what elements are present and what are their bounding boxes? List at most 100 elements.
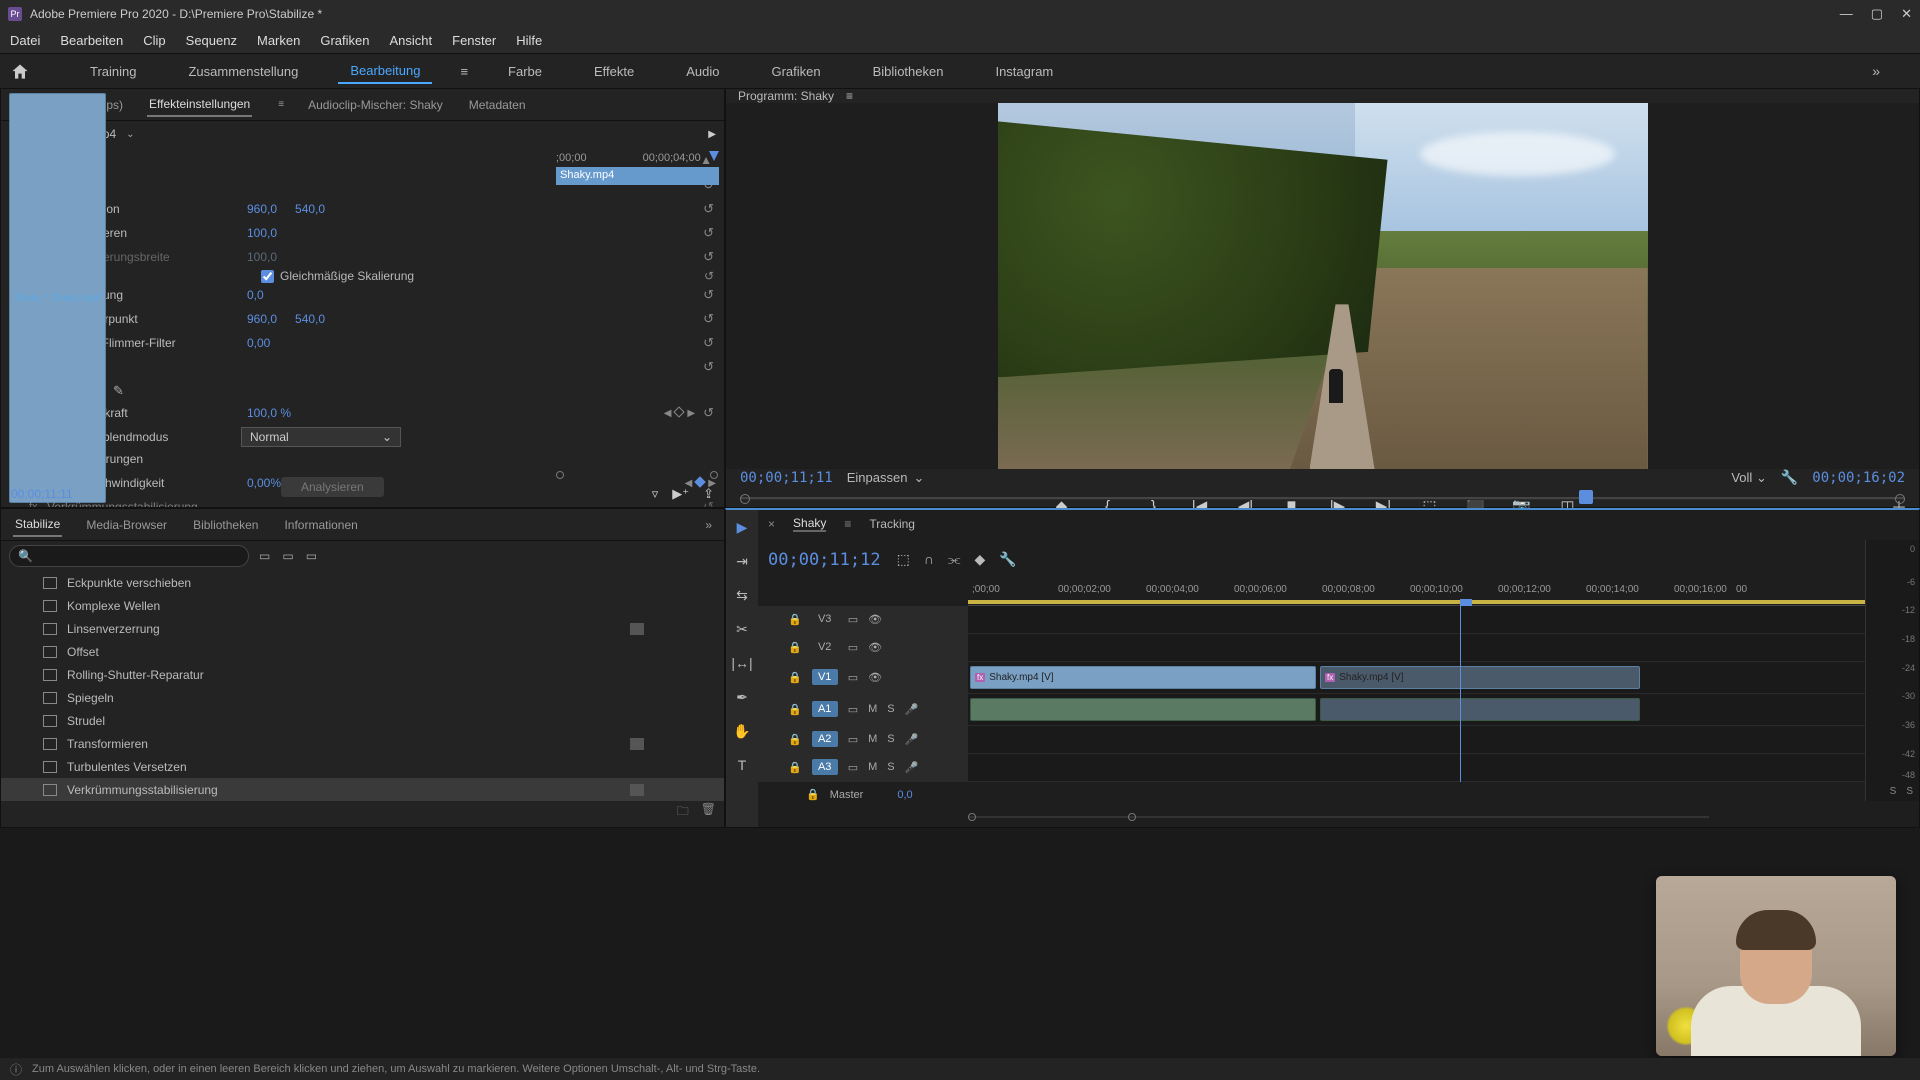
visibility-icon[interactable]: 👁 <box>868 613 882 626</box>
program-zoom-dropdown[interactable]: Einpassen ⌄ <box>847 470 925 486</box>
mute-toggle[interactable]: M <box>868 733 877 745</box>
visibility-icon[interactable]: 👁 <box>868 641 882 654</box>
reset-uniform[interactable]: ↺ <box>704 269 714 283</box>
track-label-v3[interactable]: V3 <box>812 611 838 627</box>
kf-next-icon[interactable]: ▶ <box>687 408 695 419</box>
link-icon[interactable]: ⫘ <box>948 551 961 568</box>
visibility-icon[interactable]: 👁 <box>868 671 882 684</box>
voice-record-icon[interactable]: 🎤 <box>905 733 919 746</box>
solo-toggle[interactable]: S <box>887 733 894 745</box>
ec-play-only-icon[interactable]: ▶⁺ <box>672 486 689 502</box>
menu-bearbeiten[interactable]: Bearbeiten <box>60 33 123 48</box>
tab-bibliotheken[interactable]: Bibliotheken <box>191 514 260 536</box>
workspace-menu-icon[interactable]: ≡ <box>460 64 468 79</box>
mute-toggle[interactable]: M <box>868 761 877 773</box>
reset-deckkraft[interactable]: ↺ <box>703 405 714 421</box>
sync-lock-icon[interactable]: ▭ <box>848 703 858 716</box>
effect-chevron-icon[interactable]: ⌄ <box>126 129 134 140</box>
lock-icon[interactable]: 🔒 <box>788 641 802 654</box>
workspace-bearbeitung[interactable]: Bearbeitung <box>338 59 432 84</box>
reset-position[interactable]: ↺ <box>703 201 714 217</box>
pen-tool-icon[interactable]: ✒ <box>731 686 753 708</box>
selection-tool-icon[interactable]: ▶ <box>731 516 753 538</box>
snap-icon[interactable]: ⬚ <box>897 551 910 568</box>
workspace-audio[interactable]: Audio <box>674 60 731 83</box>
effect-item[interactable]: Strudel <box>1 709 724 732</box>
menu-datei[interactable]: Datei <box>10 33 40 48</box>
delete-icon[interactable]: 🗑 <box>701 802 716 823</box>
val-anker-x[interactable]: 960,0 <box>247 312 277 326</box>
effect-badge-2-icon[interactable]: ▭ <box>282 549 293 563</box>
hand-tool-icon[interactable]: ✋ <box>731 720 753 742</box>
program-resolution-dropdown[interactable]: Voll ⌄ <box>1731 470 1767 486</box>
zoom-handle-right[interactable] <box>1128 813 1136 821</box>
marker-tool-icon[interactable]: ◆ <box>975 551 986 568</box>
blendmode-dropdown[interactable]: Normal ⌄ <box>241 427 401 447</box>
settings-tool-icon[interactable]: 🔧 <box>999 551 1016 568</box>
effect-clip-bar[interactable]: Shaky.mp4 <box>556 167 719 185</box>
tab-stabilize[interactable]: Stabilize <box>13 513 62 537</box>
solo-toggle[interactable]: S <box>887 761 894 773</box>
menu-marken[interactable]: Marken <box>257 33 300 48</box>
effect-item[interactable]: Spiegeln <box>1 686 724 709</box>
meter-solo-l[interactable]: S <box>1890 786 1897 797</box>
slip-tool-icon[interactable]: |↔| <box>731 652 753 674</box>
effect-item[interactable]: Komplexe Wellen <box>1 594 724 617</box>
lock-icon[interactable]: 🔒 <box>788 703 802 716</box>
reset-deckkraft-group[interactable]: ↺ <box>703 359 714 375</box>
sync-lock-icon[interactable]: ▭ <box>848 733 858 746</box>
minimize-button[interactable]: — <box>1840 6 1853 22</box>
timeline-tc[interactable]: 00;00;11;12 <box>768 550 881 570</box>
workspace-farbe[interactable]: Farbe <box>496 60 554 83</box>
track-label-a2[interactable]: A2 <box>812 731 838 747</box>
clip-a1-b[interactable] <box>1320 698 1640 721</box>
menu-ansicht[interactable]: Ansicht <box>389 33 432 48</box>
track-label-v1[interactable]: V1 <box>812 669 838 685</box>
track-body-v1[interactable]: fxShaky.mp4 [V] fxShaky.mp4 [V] <box>968 662 1919 693</box>
program-current-tc[interactable]: 00;00;11;11 <box>740 470 833 486</box>
workspace-bibliotheken[interactable]: Bibliotheken <box>861 60 956 83</box>
track-body-a3[interactable] <box>968 754 1919 781</box>
effects-search-field[interactable]: 🔍 <box>9 545 249 567</box>
lock-icon[interactable]: 🔒 <box>788 761 802 774</box>
clip-v1-a[interactable]: fxShaky.mp4 [V] <box>970 666 1316 689</box>
reset-anker[interactable]: ↺ <box>703 311 714 327</box>
lock-icon[interactable]: 🔒 <box>788 733 802 746</box>
effect-playhead-icon[interactable] <box>709 151 719 161</box>
kf-add-icon[interactable] <box>674 406 685 417</box>
scrub-playhead[interactable] <box>1579 490 1593 504</box>
tab-audio-mixer[interactable]: Audioclip-Mischer: Shaky <box>306 94 445 116</box>
master-value[interactable]: 0,0 <box>897 789 912 801</box>
scrub-handle-left[interactable] <box>740 494 750 504</box>
menu-clip[interactable]: Clip <box>143 33 165 48</box>
new-bin-icon[interactable]: 🗀 <box>677 802 689 823</box>
effect-item[interactable]: Linsenverzerrung <box>1 617 724 640</box>
tabs-overflow-icon[interactable]: » <box>705 518 712 532</box>
work-area-bar[interactable] <box>968 600 1879 604</box>
track-body-a2[interactable] <box>968 726 1919 753</box>
voice-record-icon[interactable]: 🎤 <box>905 703 919 716</box>
timeline-ruler[interactable]: ;00;00 00;00;02;00 00;00;04;00 00;00;06;… <box>968 582 1919 606</box>
home-icon[interactable] <box>10 62 30 80</box>
ec-zoom-handle-right[interactable] <box>710 471 718 479</box>
track-select-tool-icon[interactable]: ⇥ <box>731 550 753 572</box>
timeline-tab-shaky[interactable]: Shaky <box>793 516 826 532</box>
ec-export-icon[interactable]: ⇪ <box>703 486 714 502</box>
effect-play-icon[interactable]: ▶ <box>708 129 716 140</box>
zoom-handle-left[interactable] <box>968 813 976 821</box>
reset-skalieren[interactable]: ↺ <box>703 225 714 241</box>
val-anker-y[interactable]: 540,0 <box>295 312 325 326</box>
effect-item[interactable]: Eckpunkte verschieben <box>1 571 724 594</box>
lock-icon[interactable]: 🔒 <box>788 671 802 684</box>
track-body-v3[interactable] <box>968 606 1919 633</box>
tab-media-browser[interactable]: Media-Browser <box>84 514 169 536</box>
workspace-instagram[interactable]: Instagram <box>983 60 1065 83</box>
lock-icon[interactable]: 🔒 <box>788 613 802 626</box>
tab-close-icon[interactable]: × <box>768 517 775 531</box>
tab-effect-settings[interactable]: Effekteinstellungen <box>147 93 252 117</box>
sync-lock-icon[interactable]: ▭ <box>848 761 858 774</box>
program-tab-label[interactable]: Programm: Shaky <box>738 89 834 103</box>
close-button[interactable]: ✕ <box>1901 6 1912 22</box>
mute-toggle[interactable]: M <box>868 703 877 715</box>
tab-informationen[interactable]: Informationen <box>282 514 359 536</box>
